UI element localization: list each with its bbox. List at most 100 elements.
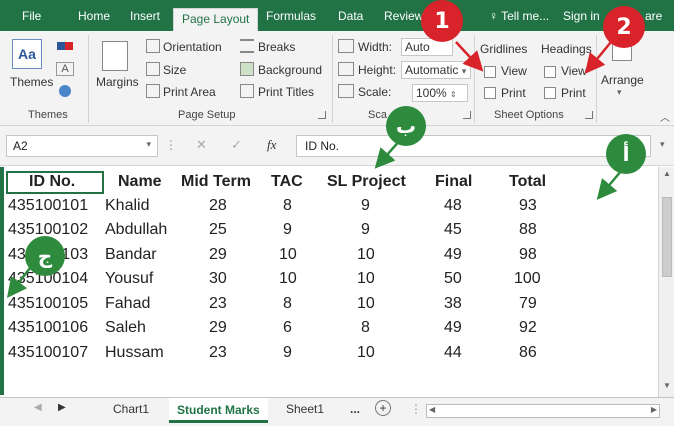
sheet-tab-chart1[interactable]: Chart1	[113, 402, 149, 416]
scale-launcher-icon[interactable]	[463, 111, 471, 119]
table-cell[interactable]: 88	[519, 221, 537, 239]
breaks-button[interactable]: Breaks	[258, 40, 295, 54]
table-cell[interactable]: 49	[444, 319, 462, 337]
table-cell[interactable]: 10	[279, 246, 297, 264]
arrange-button[interactable]: Arrange	[601, 73, 644, 87]
table-cell[interactable]: 98	[519, 246, 537, 264]
table-cell[interactable]: Yousuf	[105, 270, 153, 288]
formula-input[interactable]: ID No.	[296, 135, 651, 157]
table-cell[interactable]: 28	[209, 197, 227, 215]
table-cell[interactable]: 48	[444, 197, 462, 215]
table-cell[interactable]: 9	[361, 221, 370, 239]
table-cell[interactable]: 9	[283, 344, 292, 362]
margins-icon[interactable]	[102, 41, 128, 71]
table-cell[interactable]: 29	[209, 319, 227, 337]
effects-icon[interactable]	[56, 84, 74, 98]
table-cell[interactable]: Khalid	[105, 197, 149, 215]
table-cell[interactable]: Hussam	[105, 344, 164, 362]
tab-data[interactable]: Data	[338, 9, 363, 23]
horizontal-scrollbar[interactable]: ◀ ▶	[426, 404, 660, 418]
tab-formulas[interactable]: Formulas	[266, 9, 316, 23]
table-cell[interactable]: 45	[444, 221, 462, 239]
background-button[interactable]: Background	[258, 63, 322, 77]
table-cell[interactable]: 30	[209, 270, 227, 288]
headings-print-checkbox[interactable]	[544, 87, 556, 99]
sheet-options-launcher-icon[interactable]	[585, 111, 593, 119]
table-cell[interactable]: 435100106	[8, 319, 88, 337]
table-cell[interactable]: 23	[209, 295, 227, 313]
tab-file[interactable]: File	[22, 9, 41, 23]
colors-icon[interactable]	[56, 39, 74, 53]
table-cell[interactable]: 92	[519, 319, 537, 337]
table-cell[interactable]: 10	[357, 270, 375, 288]
add-sheet-icon[interactable]: +	[375, 400, 391, 416]
headings-view-checkbox[interactable]	[544, 66, 556, 78]
tab-home[interactable]: Home	[78, 9, 110, 23]
table-cell[interactable]: 93	[519, 197, 537, 215]
insert-function-button[interactable]: fx	[267, 137, 276, 153]
expand-formula-bar-icon[interactable]: ▾	[660, 139, 665, 150]
table-cell[interactable]: 10	[357, 246, 375, 264]
sheet-tab-sheet1[interactable]: Sheet1	[286, 402, 324, 416]
tab-review[interactable]: Review	[384, 9, 423, 23]
sign-in-link[interactable]: Sign in	[563, 9, 600, 23]
table-cell[interactable]: 10	[357, 295, 375, 313]
scroll-left-icon[interactable]: ◀	[429, 405, 435, 414]
share-button[interactable]: are	[645, 9, 662, 23]
table-cell[interactable]: 8	[283, 295, 292, 313]
tab-page-layout[interactable]: Page Layout	[173, 8, 259, 31]
scroll-right-icon[interactable]: ▶	[651, 405, 657, 414]
scroll-down-icon[interactable]: ▼	[663, 381, 671, 390]
scroll-up-icon[interactable]: ▲	[663, 169, 671, 178]
name-box[interactable]: A2 ▾	[6, 135, 158, 157]
tab-insert[interactable]: Insert	[130, 9, 160, 23]
table-cell[interactable]: 79	[519, 295, 537, 313]
table-cell[interactable]: Abdullah	[105, 221, 167, 239]
table-cell[interactable]: 86	[519, 344, 537, 362]
print-area-button[interactable]: Print Area	[163, 85, 216, 99]
table-cell[interactable]: 435100105	[8, 295, 88, 313]
table-cell[interactable]: 9	[283, 221, 292, 239]
vertical-scrollbar[interactable]: ▲ ▼	[658, 167, 674, 397]
table-cell[interactable]: Fahad	[105, 295, 150, 313]
sheet-tab-student-marks[interactable]: Student Marks	[169, 398, 268, 423]
table-cell[interactable]: 10	[279, 270, 297, 288]
table-cell[interactable]: 25	[209, 221, 227, 239]
table-cell[interactable]: 23	[209, 344, 227, 362]
table-cell[interactable]: 100	[514, 270, 541, 288]
gridlines-print-checkbox[interactable]	[484, 87, 496, 99]
more-sheets-button[interactable]: ...	[350, 402, 360, 416]
table-cell[interactable]: 6	[283, 319, 292, 337]
orientation-button[interactable]: Orientation	[163, 40, 222, 54]
themes-icon[interactable]: Aa	[12, 39, 42, 69]
gridlines-view-checkbox[interactable]	[484, 66, 496, 78]
themes-button[interactable]: Themes	[10, 75, 53, 89]
table-cell[interactable]: 10	[357, 344, 375, 362]
table-cell[interactable]: Saleh	[105, 319, 146, 337]
print-titles-button[interactable]: Print Titles	[258, 85, 314, 99]
table-cell[interactable]: 49	[444, 246, 462, 264]
table-cell[interactable]: 8	[361, 319, 370, 337]
next-sheet-icon[interactable]: ▶	[58, 402, 66, 413]
page-setup-launcher-icon[interactable]	[318, 111, 326, 119]
table-cell[interactable]: 8	[283, 197, 292, 215]
table-cell[interactable]: 50	[444, 270, 462, 288]
table-cell[interactable]: 435100101	[8, 197, 88, 215]
collapse-ribbon-icon[interactable]: ︿	[660, 109, 670, 124]
table-cell[interactable]: 29	[209, 246, 227, 264]
scale-spinner[interactable]: 100% ⇕	[412, 84, 468, 102]
table-cell[interactable]: 38	[444, 295, 462, 313]
scrollbar-thumb[interactable]	[662, 197, 672, 277]
table-cell[interactable]: Bandar	[105, 246, 157, 264]
table-cell[interactable]: 9	[361, 197, 370, 215]
table-cell[interactable]: 435100107	[8, 344, 88, 362]
cancel-icon[interactable]: ✕	[196, 137, 207, 153]
table-cell[interactable]: 44	[444, 344, 462, 362]
worksheet-grid[interactable]: ID No. Name Mid Term TAC SL Project Fina…	[0, 167, 658, 395]
size-button[interactable]: Size	[163, 63, 186, 77]
margins-button[interactable]: Margins	[96, 75, 139, 89]
prev-sheet-icon[interactable]: ◀	[34, 402, 42, 413]
height-dropdown[interactable]: Automatic ▾	[401, 61, 471, 79]
enter-icon[interactable]: ✓	[231, 137, 242, 153]
fonts-icon[interactable]: A	[56, 62, 74, 76]
